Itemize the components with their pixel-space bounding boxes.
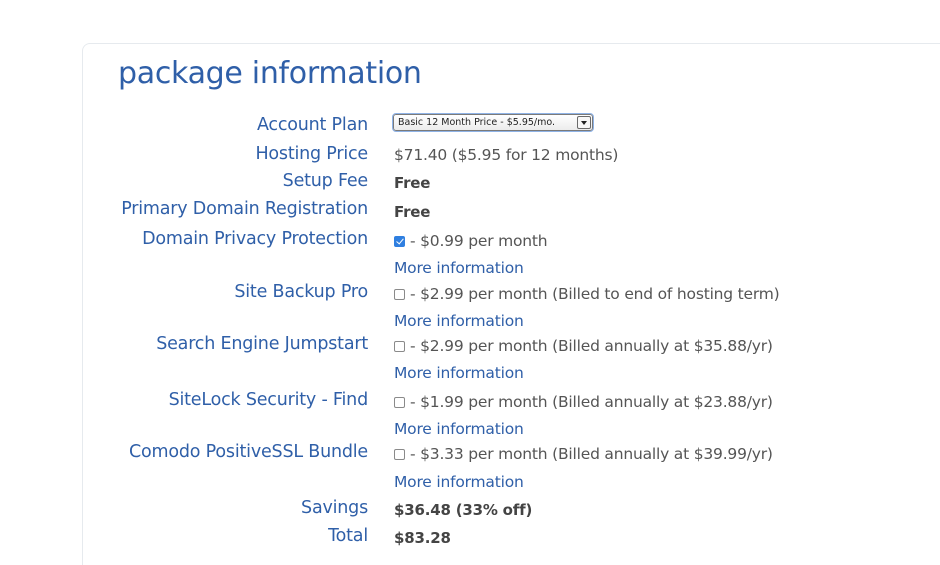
total-label: Total xyxy=(328,526,368,546)
account-plan-select[interactable]: Basic 12 Month Price - $5.95/mo. xyxy=(392,113,594,132)
addon-site-backup-more-link[interactable]: More information xyxy=(394,312,524,330)
savings-label: Savings xyxy=(301,498,368,518)
addon-comodo-ssl-price: - $3.33 per month (Billed annually at $3… xyxy=(410,445,773,463)
addon-domain-privacy-price: - $0.99 per month xyxy=(410,232,548,250)
setup-fee-label: Setup Fee xyxy=(282,171,369,191)
addon-sitelock-label: SiteLock Security - Find xyxy=(168,390,369,410)
chevron-down-icon xyxy=(581,120,587,125)
setup-fee-value: Free xyxy=(394,174,431,192)
page-title: package information xyxy=(118,56,422,91)
addon-comodo-ssl-row: - $3.33 per month (Billed annually at $3… xyxy=(394,445,773,463)
hosting-price-label: Hosting Price xyxy=(255,144,368,164)
addon-seo-jumpstart-price: - $2.99 per month (Billed annually at $3… xyxy=(410,337,773,355)
account-plan-selected-value: Basic 12 Month Price - $5.95/mo. xyxy=(398,117,556,128)
addon-domain-privacy-row: - $0.99 per month xyxy=(394,232,548,250)
primary-domain-label: Primary Domain Registration xyxy=(121,199,368,219)
addon-sitelock-row: - $1.99 per month (Billed annually at $2… xyxy=(394,393,773,411)
addon-domain-privacy-more-link[interactable]: More information xyxy=(394,259,524,277)
primary-domain-value: Free xyxy=(394,203,431,221)
addon-seo-jumpstart-more-link[interactable]: More information xyxy=(394,364,524,382)
select-dropdown-button[interactable] xyxy=(577,116,591,129)
addon-domain-privacy-label: Domain Privacy Protection xyxy=(142,229,368,249)
account-plan-label: Account Plan xyxy=(256,115,368,135)
addon-seo-jumpstart-checkbox[interactable] xyxy=(394,340,405,352)
addon-seo-jumpstart-row: - $2.99 per month (Billed annually at $3… xyxy=(394,337,773,355)
addon-seo-jumpstart-label: Search Engine Jumpstart xyxy=(156,334,368,354)
savings-value: $36.48 (33% off) xyxy=(394,501,533,519)
addon-comodo-ssl-more-link[interactable]: More information xyxy=(394,473,524,491)
addon-sitelock-more-link[interactable]: More information xyxy=(394,420,524,438)
addon-domain-privacy-checkbox[interactable] xyxy=(394,235,405,247)
addon-site-backup-checkbox[interactable] xyxy=(394,288,405,300)
addon-site-backup-row: - $2.99 per month (Billed to end of host… xyxy=(394,285,780,303)
total-value: $83.28 xyxy=(394,529,451,547)
addon-site-backup-label: Site Backup Pro xyxy=(234,282,368,302)
addon-sitelock-price: - $1.99 per month (Billed annually at $2… xyxy=(410,393,773,411)
addon-site-backup-price: - $2.99 per month (Billed to end of host… xyxy=(410,285,780,303)
addon-comodo-ssl-checkbox[interactable] xyxy=(394,448,405,460)
hosting-price-value: $71.40 ($5.95 for 12 months) xyxy=(394,146,619,164)
addon-comodo-ssl-label: Comodo PositiveSSL Bundle xyxy=(129,442,368,462)
addon-sitelock-checkbox[interactable] xyxy=(394,396,405,408)
